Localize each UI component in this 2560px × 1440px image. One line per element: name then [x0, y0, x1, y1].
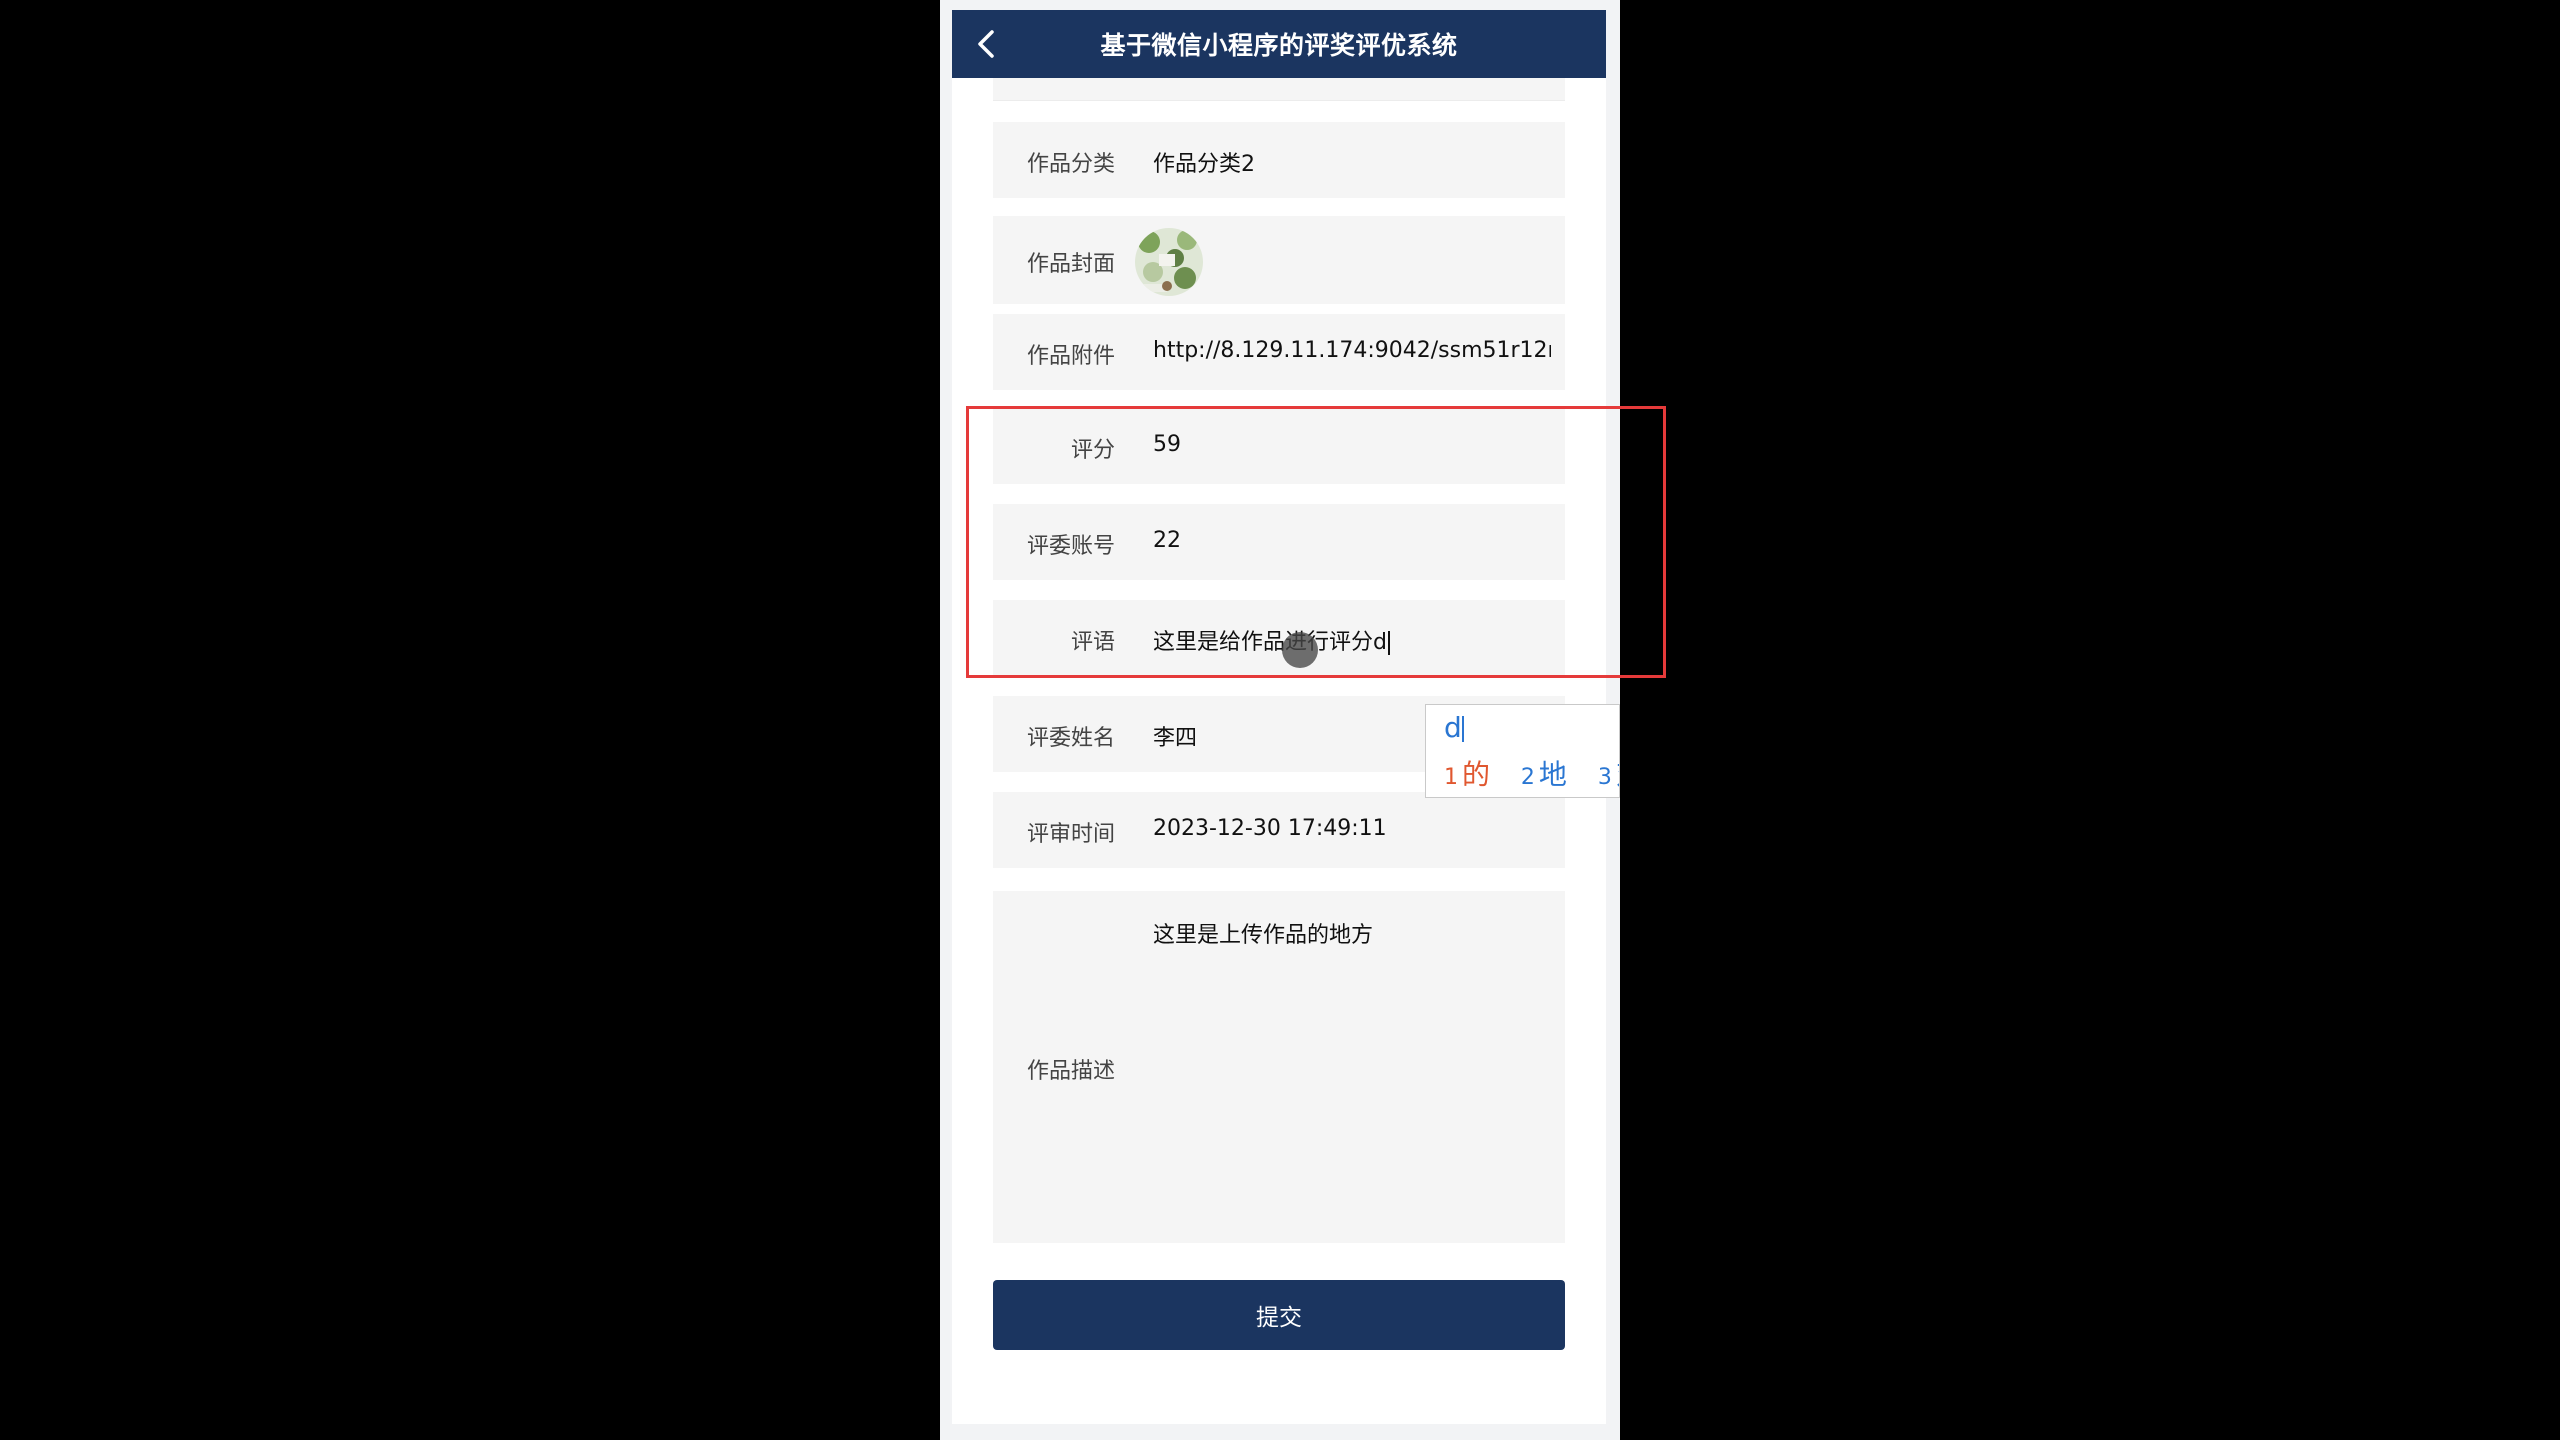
category-value[interactable]: 作品分类2: [1153, 146, 1551, 178]
chevron-left-icon: [978, 30, 994, 58]
comment-input[interactable]: 这里是给作品进行评分d: [1153, 624, 1551, 656]
ime-candidate-3-number: 3: [1597, 765, 1612, 790]
category-label: 作品分类: [1026, 152, 1115, 177]
ime-caret: [1461, 716, 1464, 742]
mouse-pointer-indicator: [1282, 632, 1318, 668]
submit-button[interactable]: 提交: [993, 1280, 1565, 1350]
field-cover: 作品封面: [993, 216, 1565, 304]
ime-candidate-3-text: 对: [1616, 758, 1619, 791]
score-label: 评分: [1070, 438, 1115, 463]
ime-composition-text: d: [1444, 711, 1462, 744]
field-comment[interactable]: 评语 这里是给作品进行评分d: [993, 600, 1565, 676]
cover-label: 作品封面: [1026, 252, 1115, 277]
judge-account-label: 评委账号: [1026, 534, 1115, 559]
attachment-value[interactable]: http://8.129.11.174:9042/ssm51r12nd: [1153, 338, 1551, 363]
ime-candidate-2-number: 2: [1520, 765, 1535, 790]
cover-image: [1135, 228, 1203, 296]
description-label: 作品描述: [1026, 1059, 1115, 1084]
ime-candidate-1[interactable]: 1的: [1444, 753, 1490, 793]
ime-candidate-1-text: 的: [1462, 758, 1491, 791]
judge-name-label: 评委姓名: [1026, 726, 1115, 751]
ime-candidate-window: d 1的 2地 3对: [1425, 704, 1620, 798]
page-title: 基于微信小程序的评奖评优系统: [1100, 31, 1458, 60]
ime-candidate-2-text: 地: [1538, 758, 1567, 791]
description-textarea[interactable]: 这里是上传作品的地方: [1153, 917, 1551, 949]
ime-candidate-2[interactable]: 2地: [1521, 753, 1567, 793]
ime-composition: d: [1444, 711, 1464, 744]
field-score[interactable]: 评分 59: [993, 408, 1565, 484]
review-time-label: 评审时间: [1026, 822, 1115, 847]
review-time-value[interactable]: 2023-12-30 17:49:11: [1153, 816, 1551, 841]
attachment-label: 作品附件: [1026, 344, 1115, 369]
comment-label: 评语: [1070, 630, 1115, 655]
field-category[interactable]: 作品分类 作品分类2: [993, 122, 1565, 198]
comment-text: 这里是给作品进行评分d: [1153, 630, 1387, 655]
back-button[interactable]: [966, 24, 1006, 64]
cover-thumbnail[interactable]: [1135, 228, 1203, 296]
field-attachment[interactable]: 作品附件 http://8.129.11.174:9042/ssm51r12nd: [993, 314, 1565, 390]
ime-candidate-3[interactable]: 3对: [1597, 753, 1619, 793]
ime-candidate-list: 1的 2地 3对: [1444, 753, 1619, 793]
previous-field-edge: [993, 78, 1565, 101]
judge-account-input[interactable]: 22: [1153, 528, 1551, 553]
text-cursor: [1387, 631, 1390, 655]
navigation-bar: 基于微信小程序的评奖评优系统: [952, 10, 1606, 78]
field-judge-account[interactable]: 评委账号 22: [993, 504, 1565, 580]
score-input[interactable]: 59: [1153, 432, 1551, 457]
field-description[interactable]: 作品描述 这里是上传作品的地方: [993, 891, 1565, 1243]
field-review-time[interactable]: 评审时间 2023-12-30 17:49:11: [993, 792, 1565, 868]
ime-candidate-1-number: 1: [1444, 765, 1458, 790]
